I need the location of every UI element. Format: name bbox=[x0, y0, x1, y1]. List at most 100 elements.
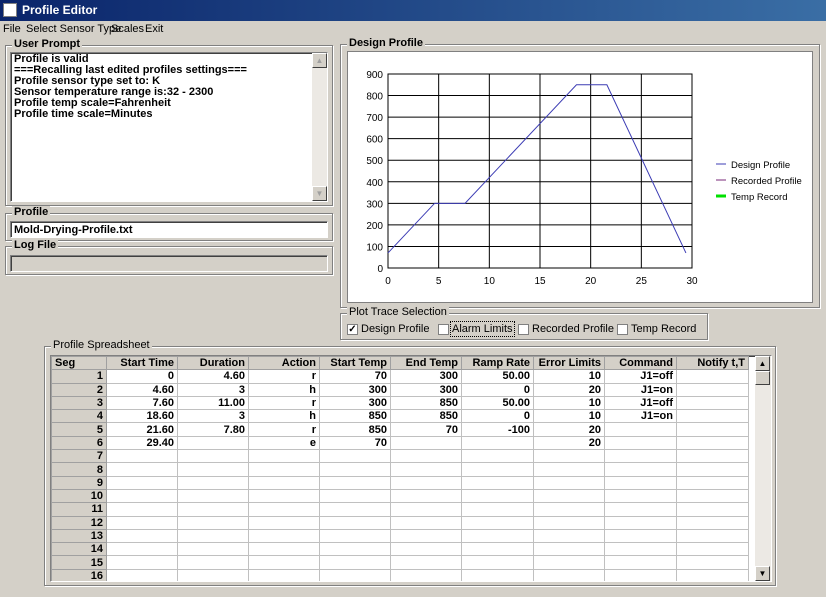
column-header[interactable]: Action bbox=[248, 356, 320, 371]
table-cell[interactable]: 70 bbox=[319, 435, 391, 451]
profile-spreadsheet-table[interactable]: Seg Start Time Duration Action Start Temp End… bbox=[51, 356, 749, 581]
column-header[interactable]: Error Limits bbox=[533, 356, 605, 371]
spreadsheet-scrollbar[interactable]: ▲ ▼ bbox=[755, 356, 771, 581]
table-cell[interactable] bbox=[390, 475, 462, 490]
table-cell[interactable] bbox=[390, 462, 462, 477]
table-cell[interactable]: 4.60 bbox=[106, 382, 178, 397]
table-cell[interactable]: 7.80 bbox=[177, 422, 249, 437]
table-cell[interactable] bbox=[248, 462, 320, 477]
table-cell[interactable]: J1=on bbox=[604, 409, 677, 424]
table-cell[interactable] bbox=[177, 475, 249, 490]
table-cell[interactable]: 70 bbox=[319, 369, 391, 384]
table-cell[interactable] bbox=[248, 542, 320, 557]
menu-scales[interactable]: Scales bbox=[111, 23, 144, 35]
table-cell[interactable] bbox=[461, 555, 534, 570]
scroll-up-icon[interactable]: ▲ bbox=[755, 356, 770, 371]
table-cell[interactable]: 10 bbox=[533, 409, 605, 424]
table-cell[interactable] bbox=[604, 488, 677, 504]
table-cell[interactable] bbox=[676, 555, 749, 570]
table-cell[interactable] bbox=[319, 488, 391, 504]
table-cell[interactable] bbox=[177, 462, 249, 477]
table-cell[interactable] bbox=[676, 475, 749, 490]
table-cell[interactable] bbox=[177, 528, 249, 544]
table-cell[interactable] bbox=[604, 542, 677, 557]
table-cell[interactable] bbox=[248, 449, 320, 464]
table-cell[interactable] bbox=[533, 502, 605, 517]
table-cell[interactable] bbox=[177, 488, 249, 504]
table-cell[interactable] bbox=[604, 422, 677, 437]
table-cell[interactable] bbox=[461, 449, 534, 464]
design-profile-checkbox[interactable]: ✓ Design Profile bbox=[347, 323, 429, 335]
table-cell[interactable]: 18.60 bbox=[106, 409, 178, 424]
table-cell[interactable] bbox=[533, 475, 605, 490]
table-cell[interactable] bbox=[319, 568, 391, 581]
table-cell[interactable] bbox=[390, 515, 462, 530]
table-cell[interactable] bbox=[604, 502, 677, 517]
column-header[interactable]: Command bbox=[604, 356, 677, 371]
table-cell[interactable] bbox=[248, 528, 320, 544]
table-cell[interactable] bbox=[390, 435, 462, 451]
menu-file[interactable]: File bbox=[3, 23, 21, 35]
table-cell[interactable] bbox=[604, 449, 677, 464]
table-cell[interactable] bbox=[177, 515, 249, 530]
table-cell[interactable] bbox=[676, 462, 749, 477]
table-cell[interactable] bbox=[106, 528, 178, 544]
scroll-down-icon[interactable]: ▼ bbox=[312, 186, 327, 201]
table-cell[interactable]: 29.40 bbox=[106, 435, 178, 451]
alarm-limits-checkbox[interactable]: Alarm Limits bbox=[438, 321, 515, 338]
table-cell[interactable]: 0 bbox=[461, 382, 534, 397]
table-cell[interactable]: 21.60 bbox=[106, 422, 178, 437]
table-cell[interactable]: 3 bbox=[177, 409, 249, 424]
table-cell[interactable]: 11.00 bbox=[177, 395, 249, 411]
table-cell[interactable] bbox=[533, 515, 605, 530]
table-cell[interactable] bbox=[106, 475, 178, 490]
checkbox-recorded-profile[interactable] bbox=[518, 323, 529, 335]
checkbox-temp-record[interactable] bbox=[617, 323, 628, 335]
table-cell[interactable] bbox=[248, 555, 320, 570]
table-cell[interactable] bbox=[461, 542, 534, 557]
table-cell[interactable] bbox=[248, 488, 320, 504]
table-cell[interactable]: 7.60 bbox=[106, 395, 178, 411]
table-cell[interactable]: 850 bbox=[319, 409, 391, 424]
table-cell[interactable] bbox=[390, 542, 462, 557]
table-cell[interactable] bbox=[319, 462, 391, 477]
table-cell[interactable] bbox=[533, 555, 605, 570]
table-cell[interactable]: 0 bbox=[106, 369, 178, 384]
table-cell[interactable] bbox=[390, 488, 462, 504]
table-cell[interactable]: h bbox=[248, 409, 320, 424]
table-cell[interactable]: r bbox=[248, 395, 320, 411]
table-cell[interactable] bbox=[461, 475, 534, 490]
column-header[interactable]: Start Temp bbox=[319, 356, 391, 371]
table-cell[interactable]: h bbox=[248, 382, 320, 397]
table-cell[interactable] bbox=[106, 542, 178, 557]
table-cell[interactable] bbox=[676, 395, 749, 411]
table-cell[interactable] bbox=[676, 502, 749, 517]
table-cell[interactable] bbox=[390, 568, 462, 581]
table-cell[interactable] bbox=[248, 568, 320, 581]
table-cell[interactable] bbox=[604, 435, 677, 451]
column-header[interactable]: Seg bbox=[51, 356, 107, 371]
table-cell[interactable] bbox=[604, 462, 677, 477]
table-cell[interactable] bbox=[177, 435, 249, 451]
table-cell[interactable]: 4.60 bbox=[177, 369, 249, 384]
checkbox-design-profile[interactable]: ✓ bbox=[347, 323, 358, 335]
table-cell[interactable] bbox=[676, 568, 749, 581]
temp-record-checkbox[interactable]: Temp Record bbox=[617, 323, 696, 335]
table-cell[interactable]: 0 bbox=[461, 409, 534, 424]
user-prompt-scrollbar[interactable]: ▲ ▼ bbox=[312, 53, 327, 201]
table-cell[interactable] bbox=[676, 488, 749, 504]
table-cell[interactable] bbox=[533, 528, 605, 544]
table-cell[interactable] bbox=[461, 488, 534, 504]
table-cell[interactable] bbox=[533, 488, 605, 504]
table-cell[interactable] bbox=[106, 488, 178, 504]
table-cell[interactable]: J1=off bbox=[604, 369, 677, 384]
table-cell[interactable] bbox=[177, 542, 249, 557]
table-cell[interactable]: 3 bbox=[177, 382, 249, 397]
table-cell[interactable] bbox=[319, 515, 391, 530]
table-cell[interactable] bbox=[248, 502, 320, 517]
table-cell[interactable] bbox=[319, 528, 391, 544]
table-cell[interactable] bbox=[604, 568, 677, 581]
table-cell[interactable] bbox=[676, 515, 749, 530]
table-cell[interactable] bbox=[533, 449, 605, 464]
table-cell[interactable] bbox=[177, 502, 249, 517]
